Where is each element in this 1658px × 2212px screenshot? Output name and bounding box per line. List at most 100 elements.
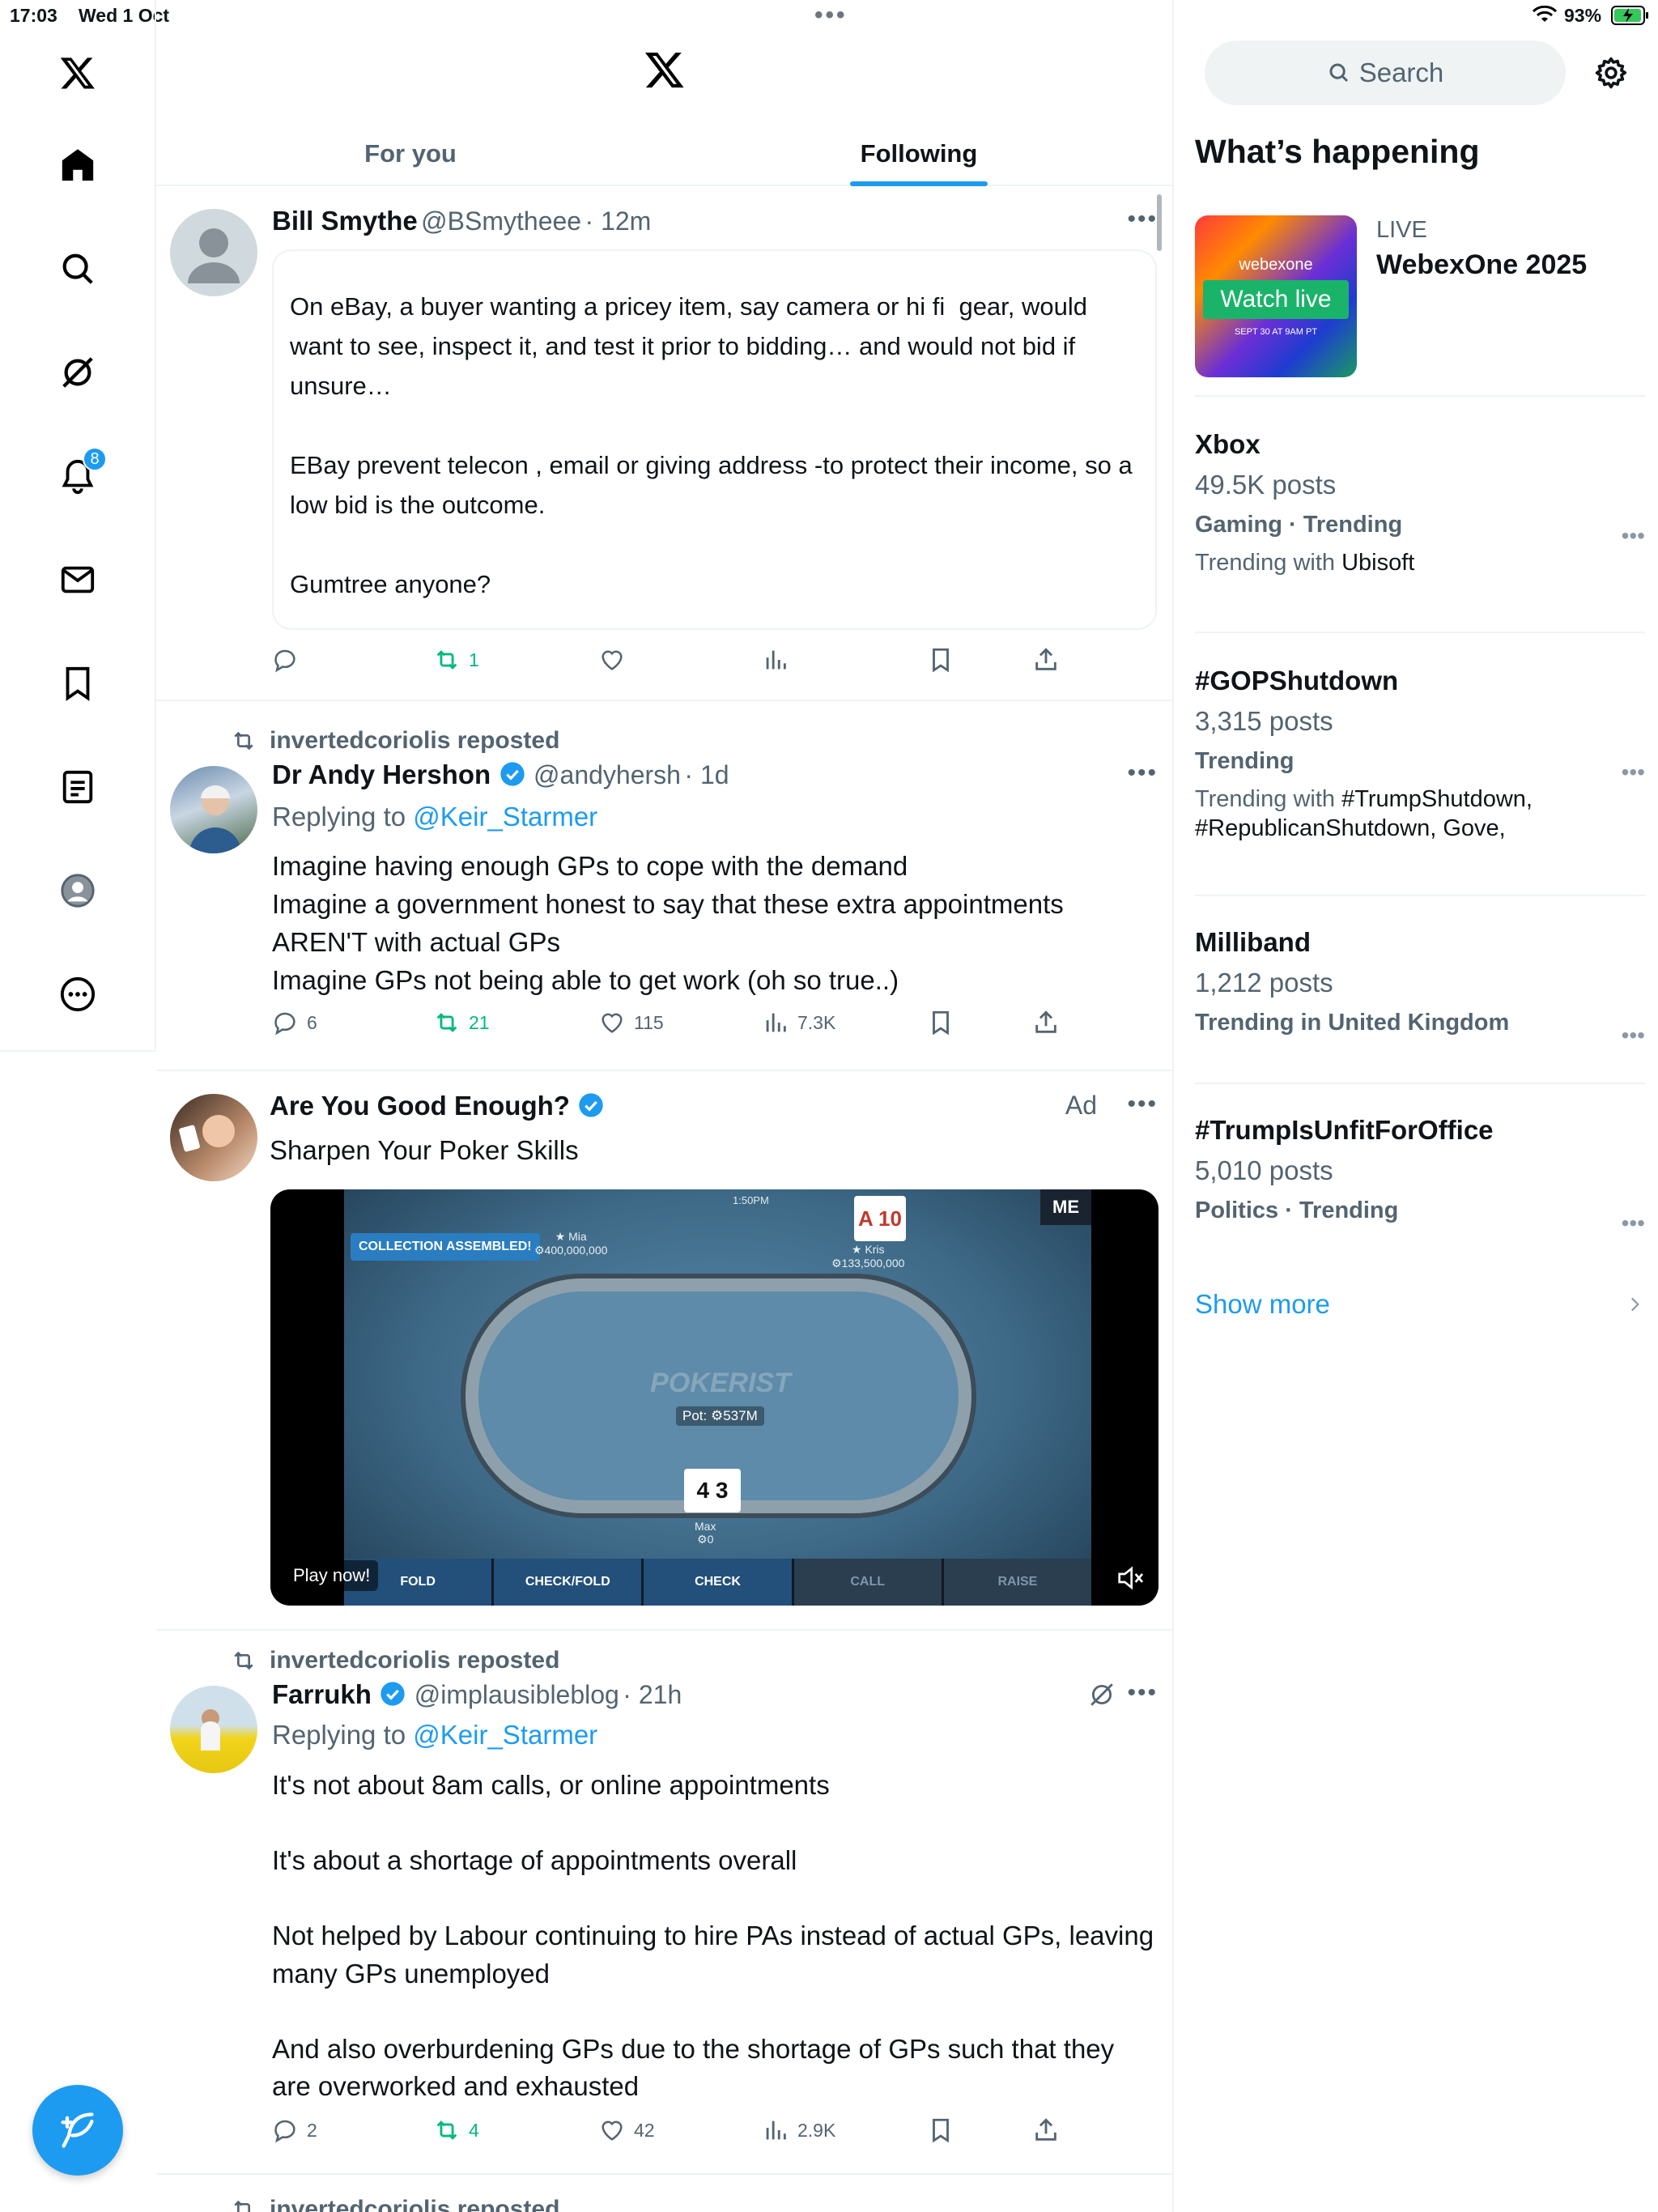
x-logo-icon[interactable] <box>49 44 107 102</box>
webexone-image: webexone Watch live SEPT 30 AT 9AM PT <box>1195 215 1357 377</box>
check-fold-button[interactable]: CHECK/FOLD <box>494 1559 644 1606</box>
reply-icon <box>274 1012 295 1036</box>
author-handle[interactable]: @andyhersh <box>534 760 681 789</box>
post-ad-poker[interactable]: Are You Good Enough? Ad ••• Sharpen Your… <box>156 1071 1174 1631</box>
share-icon <box>1035 2118 1056 2141</box>
post-more-icon[interactable]: ••• <box>1127 1091 1158 1118</box>
raise-button[interactable]: RAISE <box>943 1559 1092 1606</box>
player-bottom-cards: 4 3 <box>684 1469 741 1512</box>
author-name[interactable]: Bill Smythe <box>272 206 418 236</box>
show-more-link[interactable]: Show more <box>1195 1289 1645 1321</box>
views-button[interactable]: 2.9K <box>762 2116 835 2144</box>
post-text: It's not about 8am calls, or online appo… <box>272 1770 1154 2101</box>
avatar-bill-smythe[interactable] <box>170 209 257 296</box>
trend-item-xbox[interactable]: Xbox 49.5K posts Gaming · Trending Trend… <box>1195 397 1645 633</box>
trend-title: #GOPShutdown <box>1195 666 1399 696</box>
post-more-icon[interactable]: ••• <box>1127 1679 1158 1707</box>
post-partial[interactable]: invertedcoriolis reposted <box>156 2175 1174 2212</box>
replying-to-handle[interactable]: @Keir_Starmer <box>413 802 597 832</box>
post-bill-smythe[interactable]: Bill Smythe @BSmytheee · 12m ••• On eBay… <box>156 188 1174 701</box>
reply-button[interactable]: 6 <box>271 1009 317 1036</box>
author-name[interactable]: Farrukh <box>272 1679 372 1709</box>
post-actions: 1 <box>271 646 1162 678</box>
check-button[interactable]: CHECK <box>644 1559 794 1606</box>
reposted-by[interactable]: invertedcoriolis reposted <box>270 2196 559 2212</box>
messages-icon[interactable] <box>49 551 107 609</box>
avatar-ad-poker[interactable] <box>170 1094 257 1181</box>
grok-icon[interactable] <box>49 343 107 402</box>
player-bottom-chips: ⚙0 <box>697 1533 714 1546</box>
repost-small-icon <box>234 731 253 751</box>
post-header: Are You Good Enough? <box>270 1091 609 1121</box>
reply-button[interactable] <box>271 646 307 674</box>
repost-button[interactable]: 1 <box>433 646 479 674</box>
like-button[interactable]: 115 <box>598 1009 664 1036</box>
like-button[interactable] <box>598 646 634 674</box>
tab-for-you[interactable]: For you <box>156 121 665 186</box>
repost-label: invertedcoriolis reposted <box>231 727 559 755</box>
author-handle[interactable]: @implausibleblog <box>414 1680 619 1709</box>
trend-item-milliband[interactable]: Milliband 1,212 posts Trending in United… <box>1195 896 1645 1084</box>
post-time: · 21h <box>623 1680 682 1709</box>
share-button[interactable] <box>1032 2116 1068 2144</box>
settings-gear-icon[interactable] <box>1593 55 1629 91</box>
post-text: Imagine having enough GPs to cope with t… <box>272 851 1064 995</box>
compose-feather-icon <box>61 2112 94 2148</box>
player-right-chips: ⚙133,500,000 <box>831 1257 905 1270</box>
heart-icon <box>602 1013 623 1033</box>
grok-explain-icon[interactable] <box>1088 1681 1116 1708</box>
avatar-andy-hershon[interactable] <box>170 766 257 853</box>
play-now-label[interactable]: Play now! <box>285 1560 379 1591</box>
views-button[interactable]: 7.3K <box>762 1009 835 1036</box>
trend-item-gopshutdown[interactable]: #GOPShutdown 3,315 posts Trending Trendi… <box>1195 633 1645 896</box>
share-button[interactable] <box>1032 1009 1068 1036</box>
post-more-icon[interactable]: ••• <box>1127 759 1158 787</box>
home-icon[interactable] <box>49 136 107 194</box>
avatar-farrukh[interactable] <box>170 1686 257 1773</box>
repost-label: invertedcoriolis reposted <box>231 1647 559 1674</box>
notifications-bell-icon[interactable]: 8 <box>49 447 107 505</box>
video-frame: POKERIST Pot: ⚙537M COLLECTION ASSEMBLED… <box>344 1189 1092 1606</box>
post-farrukh[interactable]: invertedcoriolis reposted Farrukh @impla… <box>156 1631 1174 2175</box>
post-header: Farrukh @implausibleblog · 21h <box>272 1679 682 1710</box>
post-more-icon[interactable]: ••• <box>1127 206 1158 233</box>
live-event-webexone[interactable]: webexone Watch live SEPT 30 AT 9AM PT LI… <box>1195 212 1645 397</box>
trend-more-icon[interactable]: ••• <box>1622 1023 1645 1049</box>
reposted-by[interactable]: invertedcoriolis reposted <box>270 1647 559 1674</box>
share-button[interactable] <box>1032 646 1068 674</box>
author-name[interactable]: Dr Andy Hershon <box>272 759 491 789</box>
trend-more-icon[interactable]: ••• <box>1622 523 1645 549</box>
long-text-card[interactable]: On eBay, a buyer wanting a pricey item, … <box>272 249 1157 630</box>
lists-icon[interactable] <box>49 758 107 816</box>
reply-button[interactable]: 2 <box>271 2116 317 2144</box>
profile-avatar-icon[interactable] <box>49 861 107 920</box>
views-button[interactable] <box>762 646 797 674</box>
trend-more-icon[interactable]: ••• <box>1622 1210 1645 1236</box>
call-button[interactable]: CALL <box>793 1559 944 1606</box>
tab-for-you-label: For you <box>364 139 457 168</box>
compose-post-button[interactable] <box>32 2085 123 2176</box>
author-handle[interactable]: @BSmytheee <box>421 206 581 236</box>
search-icon[interactable] <box>49 240 107 298</box>
bookmarks-icon[interactable] <box>49 654 107 713</box>
tab-following[interactable]: Following <box>665 121 1173 186</box>
ad-video[interactable]: POKERIST Pot: ⚙537M COLLECTION ASSEMBLED… <box>270 1189 1158 1606</box>
repost-button[interactable]: 21 <box>433 1009 490 1036</box>
bookmark-button[interactable] <box>927 1009 963 1036</box>
more-options-icon[interactable] <box>49 965 107 1023</box>
search-input[interactable]: Search <box>1205 40 1566 105</box>
reposted-by[interactable]: invertedcoriolis reposted <box>270 727 559 755</box>
show-more-label: Show more <box>1195 1289 1330 1319</box>
chevron-right-icon <box>1630 1297 1639 1312</box>
mute-icon[interactable] <box>1114 1562 1146 1594</box>
advertiser-name[interactable]: Are You Good Enough? <box>270 1091 570 1121</box>
trend-item-trumpisunfit[interactable]: #TrumpIsUnfitForOffice 5,010 posts Polit… <box>1195 1084 1645 1270</box>
bookmark-button[interactable] <box>927 646 963 674</box>
bookmark-button[interactable] <box>927 2116 963 2144</box>
replying-to-handle[interactable]: @Keir_Starmer <box>413 1720 597 1750</box>
repost-icon <box>436 650 457 670</box>
post-andy-hershon[interactable]: invertedcoriolis reposted Dr Andy Hersho… <box>156 701 1174 1071</box>
trend-more-icon[interactable]: ••• <box>1622 759 1645 785</box>
repost-button[interactable]: 4 <box>433 2116 479 2144</box>
like-button[interactable]: 42 <box>598 2116 655 2144</box>
